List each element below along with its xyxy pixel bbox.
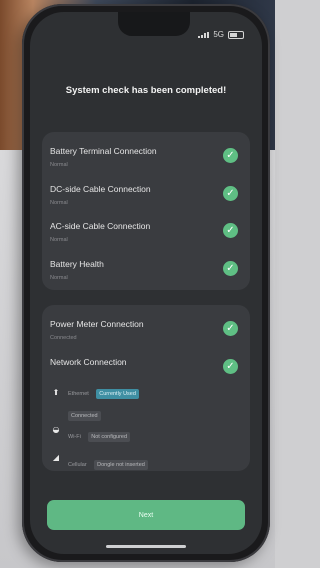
home-indicator: [106, 545, 186, 548]
check-row-battery-health: Battery Health Normal ✓: [50, 259, 242, 281]
wifi-status-badge: Not configured: [88, 432, 131, 442]
cellular-row: ◢ Cellular Dongle not inserted: [50, 453, 148, 471]
check-label: Battery Terminal Connection: [50, 146, 157, 156]
check-status: Normal: [50, 275, 68, 281]
ethernet-used-badge: Currently Used: [96, 389, 139, 399]
check-icon: ✓: [223, 223, 238, 238]
check-row-network: Network Connection ✓: [50, 357, 242, 374]
ethernet-label: Ethernet: [68, 391, 89, 397]
next-button[interactable]: Next: [47, 500, 245, 530]
check-label: DC-side Cable Connection: [50, 184, 151, 194]
page-title: System check has been completed!: [65, 85, 227, 96]
check-status: Normal: [50, 200, 68, 206]
cellular-status-badge: Dongle not inserted: [94, 460, 148, 470]
check-status: Connected: [50, 335, 77, 341]
check-row-dc-cable: DC-side Cable Connection Normal ✓: [50, 184, 242, 206]
notch: [118, 12, 190, 36]
check-icon: ✓: [223, 186, 238, 201]
status-bar: 5G: [198, 30, 244, 39]
check-icon: ✓: [223, 261, 238, 276]
signal-icon: [198, 31, 210, 38]
check-status: Normal: [50, 162, 68, 168]
check-label: Network Connection: [50, 357, 127, 367]
check-status: Normal: [50, 237, 68, 243]
wifi-row: ◒ Wi-Fi Not configured: [50, 425, 131, 443]
check-row-power-meter: Power Meter Connection Connected ✓: [50, 319, 242, 341]
network-type: 5G: [213, 30, 224, 39]
cellular-icon: ◢: [52, 453, 60, 462]
ethernet-row: ⬆ Ethernet Currently Used Connected: [50, 382, 139, 422]
check-icon: ✓: [223, 321, 238, 336]
wifi-icon: ◒: [52, 425, 60, 434]
check-row-ac-cable: AC-side Cable Connection Normal ✓: [50, 221, 242, 243]
check-label: Power Meter Connection: [50, 319, 144, 329]
wifi-label: Wi-Fi: [68, 434, 81, 440]
check-label: Battery Health: [50, 259, 104, 269]
checks-card-1: Battery Terminal Connection Normal ✓ DC-…: [42, 132, 250, 290]
ethernet-icon: ⬆: [52, 388, 60, 397]
check-row-battery-terminal: Battery Terminal Connection Normal ✓: [50, 146, 242, 168]
check-icon: ✓: [223, 148, 238, 163]
checks-card-2: Power Meter Connection Connected ✓ Netwo…: [42, 305, 250, 471]
battery-icon: [228, 30, 244, 39]
cellular-label: Cellular: [68, 462, 87, 468]
check-icon: ✓: [223, 359, 238, 374]
ethernet-status-badge: Connected: [68, 411, 101, 421]
check-label: AC-side Cable Connection: [50, 221, 151, 231]
phone-screen: 5G System check has been completed! Batt…: [30, 12, 262, 554]
